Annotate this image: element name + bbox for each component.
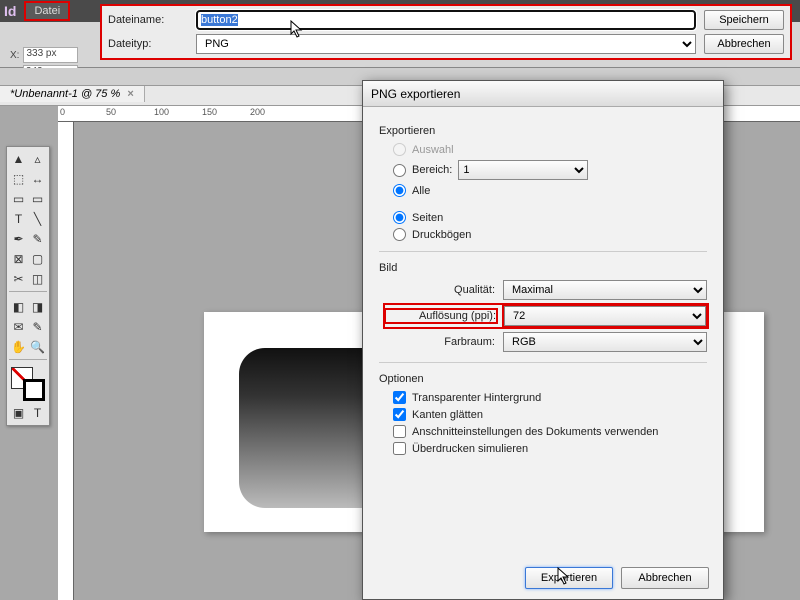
colorspace-select[interactable]: RGB [503,332,707,352]
radio-spreads-label: Druckbögen [412,229,471,241]
hand-tool-icon[interactable]: ✋ [9,337,28,357]
tools-palette: ▲▵ ⬚↔ ▭▭ T╲ ✒✎ ⊠▢ ✂◫ ◧◨ ✉✎ ✋🔍 ▣T [6,146,50,426]
pencil-tool-icon[interactable]: ✎ [28,229,47,249]
check-transparent-bg[interactable] [393,391,406,404]
radio-range[interactable] [393,164,406,177]
x-label: X: [10,50,19,61]
filename-input[interactable] [196,10,696,30]
selection-tool-icon[interactable]: ▲ [9,149,28,169]
file-save-bar: Dateiname: Speichern Dateityp: PNG Abbre… [100,4,792,60]
fill-stroke-swatch[interactable] [9,365,47,403]
radio-pages-label: Seiten [412,212,443,224]
quality-label: Qualität: [385,284,495,296]
export-group-label: Exportieren [379,125,707,137]
stroke-swatch[interactable] [23,379,45,401]
app-logo: Id [4,3,16,19]
gradient-feather-tool-icon[interactable]: ◨ [28,297,47,317]
ruler-tick: 50 [106,107,116,117]
gap-tool-icon[interactable]: ↔ [28,169,47,189]
check-bleed[interactable] [393,425,406,438]
doc-tab[interactable]: *Unbenannt-1 @ 75 % × [0,86,145,102]
rectangle-frame-tool-icon[interactable]: ⊠ [9,249,28,269]
image-group-label: Bild [379,262,707,274]
type-tool-icon[interactable]: T [9,209,28,229]
content-placer-icon[interactable]: ▭ [28,189,47,209]
radio-spreads[interactable] [393,228,406,241]
apply-color-icon[interactable]: ▣ [9,403,28,423]
resolution-select[interactable]: 72 [504,306,706,326]
resolution-label: Auflösung (ppi): [386,310,496,322]
quality-select[interactable]: Maximal [503,280,707,300]
close-icon[interactable]: × [127,88,133,100]
check-overprint[interactable] [393,442,406,455]
page-tool-icon[interactable]: ⬚ [9,169,28,189]
options-group-label: Optionen [379,373,707,385]
png-export-dialog: PNG exportieren Exportieren Auswahl Bere… [362,80,724,600]
note-tool-icon[interactable]: ✉ [9,317,28,337]
scissors-tool-icon[interactable]: ✂ [9,269,28,289]
apply-none-icon[interactable]: T [28,403,47,423]
check-antialias-label: Kanten glätten [412,409,483,421]
radio-range-label: Bereich: [412,164,452,176]
check-bleed-label: Anschnitteinstellungen des Dokuments ver… [412,426,658,438]
pen-tool-icon[interactable]: ✒ [9,229,28,249]
ruler-tick: 0 [60,107,65,117]
eyedropper-tool-icon[interactable]: ✎ [28,317,47,337]
line-tool-icon[interactable]: ╲ [28,209,47,229]
check-transparent-bg-label: Transparenter Hintergrund [412,392,541,404]
content-collector-icon[interactable]: ▭ [9,189,28,209]
free-transform-icon[interactable]: ◫ [28,269,47,289]
doc-tab-text: *Unbenannt-1 @ 75 % [10,88,120,100]
radio-all[interactable] [393,184,406,197]
radio-selection-label: Auswahl [412,144,454,156]
export-button[interactable]: Exportieren [525,567,613,589]
dialog-titlebar[interactable]: PNG exportieren [363,81,723,107]
save-button[interactable]: Speichern [704,10,784,30]
radio-all-label: Alle [412,185,430,197]
filetype-label: Dateityp: [108,38,188,50]
x-value[interactable]: 333 px [23,47,78,63]
range-select[interactable]: 1 [458,160,588,180]
menu-file[interactable]: Datei [24,1,70,21]
check-overprint-label: Überdrucken simulieren [412,443,528,455]
rectangle-tool-icon[interactable]: ▢ [28,249,47,269]
gradient-swatch-tool-icon[interactable]: ◧ [9,297,28,317]
ruler-tick: 200 [250,107,265,117]
cancel-save-button[interactable]: Abbrechen [704,34,784,54]
colorspace-label: Farbraum: [385,336,495,348]
ruler-tick: 150 [202,107,217,117]
zoom-tool-icon[interactable]: 🔍 [28,337,47,357]
cancel-button[interactable]: Abbrechen [621,567,709,589]
filename-label: Dateiname: [108,14,188,26]
dialog-title: PNG exportieren [371,87,460,101]
filetype-select[interactable]: PNG [196,34,696,54]
vertical-ruler [58,122,74,600]
direct-selection-tool-icon[interactable]: ▵ [28,149,47,169]
ruler-tick: 100 [154,107,169,117]
check-antialias[interactable] [393,408,406,421]
radio-selection [393,143,406,156]
radio-pages[interactable] [393,211,406,224]
